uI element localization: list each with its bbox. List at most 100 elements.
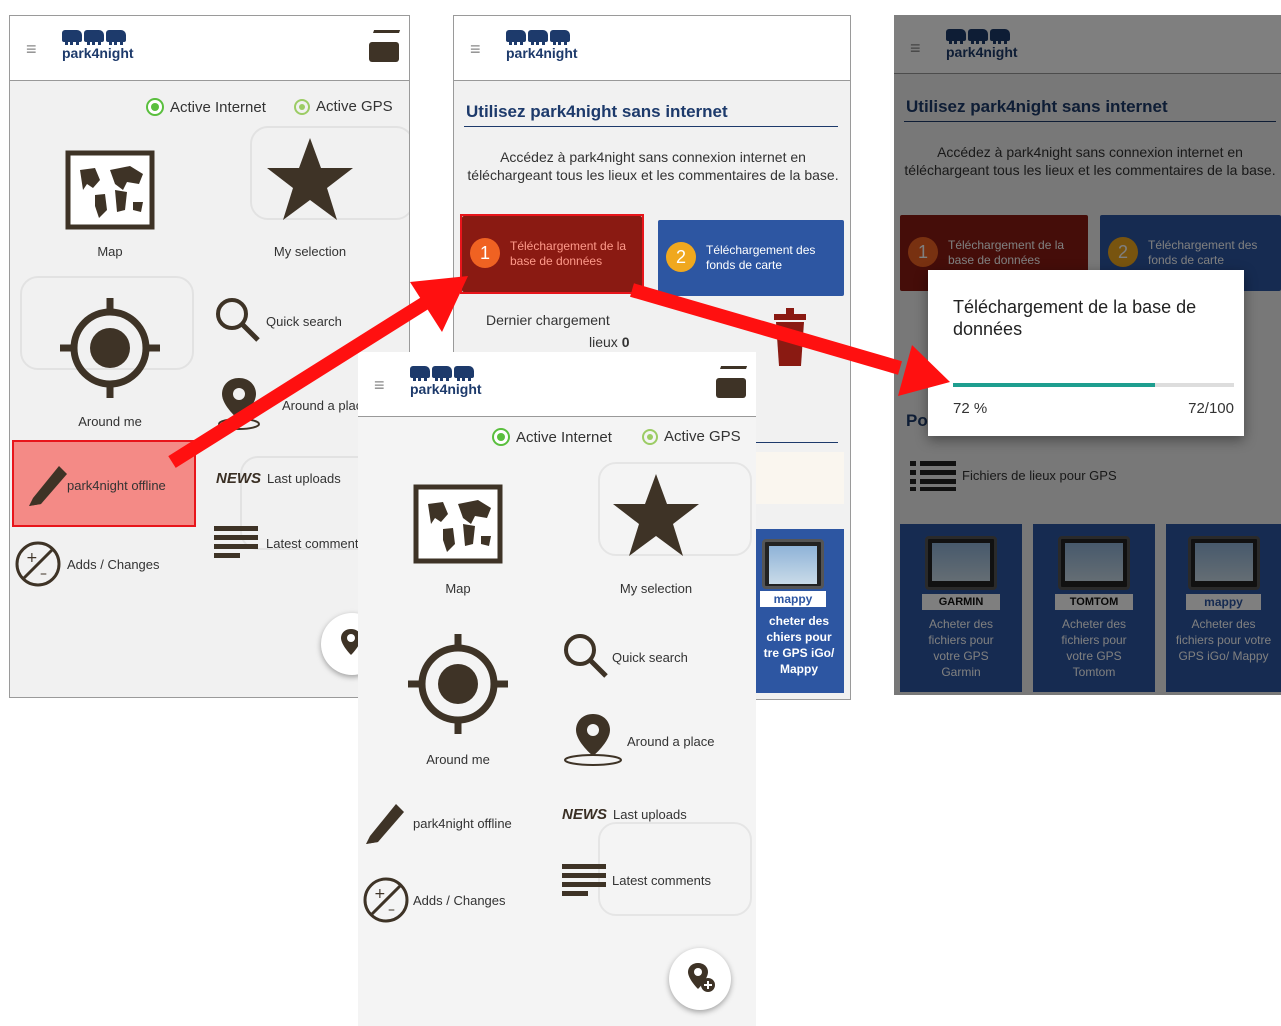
pencil-icon <box>366 804 404 844</box>
map-button[interactable]: Map <box>50 146 170 266</box>
mappy-logo: mappy <box>760 591 826 607</box>
places-count: 0 <box>621 334 630 350</box>
map-label: Map <box>445 581 471 596</box>
step-2-icon: 2 <box>666 242 696 272</box>
latest-comments-label: Latest comments <box>612 873 711 888</box>
offline-description: Accédez à park4night sans connexion inte… <box>467 149 839 183</box>
latest-comments-label: Latest comments <box>266 536 365 551</box>
progress-count: 72/100 <box>1188 400 1234 417</box>
around-place-button[interactable]: Around a place <box>562 712 752 772</box>
around-me-label: Around me <box>78 414 142 429</box>
internet-status-icon <box>492 428 510 446</box>
gps-status-icon <box>642 428 658 445</box>
park4night-logo: park4night <box>506 30 596 70</box>
news-icon: NEWS <box>216 470 261 487</box>
last-uploads-button[interactable]: NEWS Last uploads <box>562 802 752 832</box>
places-count-row: lieux 0 <box>589 334 629 350</box>
star-icon <box>267 138 353 220</box>
progress-percent: 72 % <box>953 400 988 417</box>
app-header: ≡ park4night <box>454 16 850 81</box>
download-screen: ≡ park4night Utilisez park4night sans in… <box>894 15 1281 695</box>
adds-changes-label: Adds / Changes <box>413 893 506 908</box>
highlight-download-database <box>460 214 644 294</box>
my-selection-button[interactable]: My selection <box>250 136 370 266</box>
home-screen-copy: ≡ park4night Active Internet Active GPS … <box>358 352 756 1026</box>
app-header: ≡ park4night <box>10 16 409 81</box>
logo-text: park4night <box>62 45 134 61</box>
logo-text: park4night <box>506 45 578 61</box>
quick-search-label: Quick search <box>266 314 342 329</box>
map-pin-icon <box>218 378 260 430</box>
home-screen: ≡ park4night Active Internet Active GPS … <box>9 15 410 698</box>
offline-title: Utilisez park4night sans internet <box>466 102 728 121</box>
latest-comments-button[interactable]: Latest comments <box>562 862 752 902</box>
offline-button[interactable]: park4night offline <box>362 792 542 852</box>
download-map-label: Téléchargement des fonds de carte <box>706 243 816 272</box>
map-pin-icon <box>564 714 622 766</box>
around-me-button[interactable]: Around me <box>50 296 170 436</box>
map-label: Map <box>97 244 123 259</box>
plus-minus-icon: + – <box>363 877 409 923</box>
quick-search-button[interactable]: Quick search <box>562 632 752 682</box>
progress-track <box>953 383 1234 387</box>
title-rule <box>464 126 838 127</box>
internet-status-icon <box>146 98 164 116</box>
plus-minus-icon: + – <box>15 541 61 587</box>
status-gps: Active GPS <box>294 98 393 115</box>
add-place-fab[interactable] <box>669 948 731 1010</box>
toolbox-icon[interactable] <box>367 30 401 64</box>
last-uploads-item: NEWS Last uploads <box>562 806 687 823</box>
adds-changes-label: Adds / Changes <box>67 557 160 572</box>
places-label: lieux <box>589 334 618 350</box>
last-uploads-label: Last uploads <box>613 807 687 822</box>
offline-label: park4night offline <box>413 816 512 831</box>
last-uploads-label: Last uploads <box>267 471 341 486</box>
park4night-logo: park4night <box>410 366 500 406</box>
news-icon: NEWS <box>562 806 607 823</box>
status-gps: Active GPS <box>642 428 741 445</box>
download-map-button[interactable]: 2 Téléchargement des fonds de carte <box>658 220 844 296</box>
status-internet: Active Internet <box>146 98 266 116</box>
around-me-button[interactable]: Around me <box>398 632 518 772</box>
adds-changes-button[interactable]: + – Adds / Changes <box>362 876 542 926</box>
menu-icon[interactable]: ≡ <box>26 40 37 58</box>
toolbox-icon[interactable] <box>714 366 748 400</box>
my-selection-button[interactable]: My selection <box>596 472 716 602</box>
status-internet: Active Internet <box>492 428 612 446</box>
crosshair-icon <box>408 634 508 734</box>
list-lines-icon <box>214 526 258 558</box>
svg-text:–: – <box>388 902 395 918</box>
trash-icon[interactable] <box>772 308 808 368</box>
last-load-label: Dernier chargement <box>486 312 610 328</box>
quick-search-button[interactable]: Quick search <box>214 296 409 346</box>
adds-changes-button[interactable]: + – Adds / Changes <box>14 540 194 590</box>
my-selection-label: My selection <box>273 244 347 259</box>
section-rule-partial <box>756 442 838 443</box>
svg-text:+: + <box>374 886 386 902</box>
world-map-icon <box>65 150 155 230</box>
quick-search-label: Quick search <box>612 650 688 665</box>
app-header: ≡ park4night <box>358 352 756 417</box>
light-strip <box>754 452 844 504</box>
park4night-logo: park4night <box>62 30 152 70</box>
logo-text: park4night <box>410 381 482 397</box>
download-progress-dialog: Téléchargement de la base de données 72 … <box>928 270 1244 436</box>
dialog-title: Téléchargement de la base de données <box>953 297 1197 339</box>
last-uploads-item: NEWS Last uploads <box>216 470 341 487</box>
gps-status-icon <box>294 98 310 115</box>
map-button[interactable]: Map <box>398 480 518 600</box>
gps-card-mappy-partial[interactable]: mappy cheter des chiers pour tre GPS iGo… <box>754 529 844 693</box>
add-pin-icon <box>688 963 715 992</box>
crosshair-icon <box>60 298 160 398</box>
progress-fill <box>953 383 1156 387</box>
around-me-label: Around me <box>426 752 490 767</box>
my-selection-label: My selection <box>619 581 693 596</box>
svg-text:–: – <box>40 566 47 582</box>
world-map-icon <box>413 484 503 564</box>
menu-icon[interactable]: ≡ <box>374 376 385 394</box>
menu-icon[interactable]: ≡ <box>470 40 481 58</box>
gps-device-icon <box>762 539 824 589</box>
around-place-label: Around a place <box>627 734 715 749</box>
around-place-label: Around a place <box>282 398 370 413</box>
magnifier-icon <box>216 298 260 342</box>
